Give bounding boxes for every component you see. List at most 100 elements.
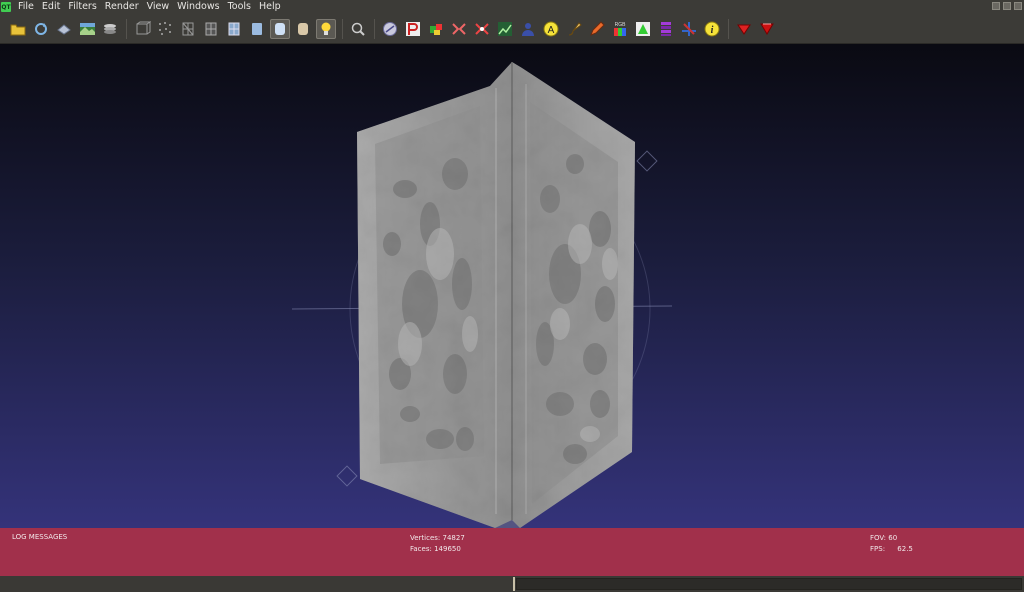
mesh-stats: Vertices: 74827 Faces: 149650 [410, 533, 465, 555]
pencil-icon [590, 20, 605, 36]
menu-view[interactable]: View [143, 0, 174, 14]
layer-image-button[interactable] [77, 19, 97, 39]
toolbar-separator [342, 18, 343, 39]
vertices-label: Vertices: [410, 534, 441, 542]
axis-button[interactable] [679, 19, 699, 39]
layer-image-icon [80, 22, 95, 35]
open-folder-icon [10, 24, 26, 35]
wireframe-icon [182, 22, 194, 35]
menu-windows[interactable]: Windows [173, 0, 223, 14]
chart-button[interactable] [495, 19, 515, 39]
main-toolbar: A RGB i [0, 14, 1024, 44]
axis-icon [682, 21, 696, 36]
mesh-render [291, 62, 673, 528]
person-icon [522, 22, 534, 36]
plugin-disk-button[interactable] [380, 19, 400, 39]
flat-lines-button[interactable] [224, 19, 244, 39]
open-folder-button[interactable] [8, 19, 28, 39]
wireframe-button[interactable] [178, 19, 198, 39]
select-tri-icon [636, 21, 650, 36]
log-messages-label: LOG MESSAGES [12, 533, 68, 541]
bbox-button[interactable] [132, 19, 152, 39]
splitter-handle[interactable] [513, 577, 515, 591]
annotate-a-icon: A [543, 21, 559, 36]
light-button[interactable] [316, 18, 336, 39]
info-icon: i [704, 21, 720, 36]
close-button[interactable] [1014, 2, 1022, 10]
faces-value: 149650 [434, 545, 461, 553]
measure-bars-icon [661, 21, 671, 36]
info-bar: LOG MESSAGES Vertices: 74827 Faces: 1496… [0, 528, 1024, 576]
layers-stack-button[interactable] [100, 19, 120, 39]
brush-icon [568, 21, 582, 35]
progress-bar [516, 578, 1022, 590]
save-snapshot-icon [57, 23, 71, 35]
color-cube-button[interactable] [426, 19, 446, 39]
fps-label: FPS: [870, 545, 886, 553]
smooth-icon [275, 22, 285, 35]
bbox-icon [136, 20, 151, 34]
zoom-icon [351, 22, 365, 36]
status-bar [0, 576, 1024, 592]
fps-value: 62.5 [897, 545, 913, 553]
save-snapshot-button[interactable] [54, 19, 74, 39]
svg-text:i: i [711, 25, 714, 36]
select-faces-button[interactable] [757, 19, 777, 39]
render-stats: FOV: 60 FPS: 62.5 [870, 533, 913, 555]
reload-button[interactable] [31, 19, 51, 39]
align-star-button[interactable] [472, 19, 492, 39]
toolbar-separator [728, 18, 729, 39]
paint-p-button[interactable] [403, 19, 423, 39]
menu-edit[interactable]: Edit [38, 0, 64, 14]
hidden-lines-icon [205, 22, 217, 35]
person-button[interactable] [518, 19, 538, 39]
points-icon [159, 21, 171, 35]
minimize-button[interactable] [992, 2, 1000, 10]
zoom-button[interactable] [348, 19, 368, 39]
select-faces-icon [760, 23, 774, 35]
maximize-button[interactable] [1003, 2, 1011, 10]
flat-lines-icon [228, 22, 240, 35]
measure-bars-button[interactable] [656, 19, 676, 39]
menu-file[interactable]: File [14, 0, 38, 14]
texture-icon [298, 22, 308, 35]
annotate-a-button[interactable]: A [541, 19, 561, 39]
brush-button[interactable] [564, 19, 584, 39]
color-cube-icon [430, 23, 442, 35]
menu-filters[interactable]: Filters [64, 0, 100, 14]
points-button[interactable] [155, 19, 175, 39]
layers-stack-icon [104, 23, 116, 34]
menu-tools[interactable]: Tools [224, 0, 255, 14]
flat-button[interactable] [247, 19, 267, 39]
qt-logo-icon: QT [1, 2, 11, 12]
select-vertices-button[interactable] [734, 19, 754, 39]
fov-row: FOV: 60 [870, 533, 913, 544]
menu-help[interactable]: Help [255, 0, 285, 14]
fps-row: FPS: 62.5 [870, 544, 913, 555]
light-icon [321, 22, 331, 35]
menu-render[interactable]: Render [101, 0, 143, 14]
faces-row: Faces: 149650 [410, 544, 465, 555]
texture-button[interactable] [293, 19, 313, 39]
3d-viewport[interactable] [0, 44, 1024, 528]
flat-icon [252, 22, 262, 35]
fov-value: 60 [888, 534, 898, 542]
svg-text:A: A [548, 25, 555, 36]
paint-p-icon [406, 21, 420, 36]
smooth-button[interactable] [270, 18, 290, 39]
rgb-button[interactable]: RGB [610, 19, 630, 39]
faces-label: Faces: [410, 545, 432, 553]
select-vertices-icon [737, 24, 751, 35]
info-button[interactable]: i [702, 19, 722, 39]
plugin-disk-icon [383, 21, 397, 36]
menu-bar: QT File Edit Filters Render View Windows… [0, 0, 1024, 14]
align-button[interactable] [449, 19, 469, 39]
toolbar-separator [126, 18, 127, 39]
status-left-pane [0, 578, 512, 590]
hidden-lines-button[interactable] [201, 19, 221, 39]
pencil-button[interactable] [587, 19, 607, 39]
vertices-row: Vertices: 74827 [410, 533, 465, 544]
fov-label: FOV: [870, 534, 886, 542]
select-tri-button[interactable] [633, 19, 653, 39]
vertices-value: 74827 [442, 534, 465, 542]
